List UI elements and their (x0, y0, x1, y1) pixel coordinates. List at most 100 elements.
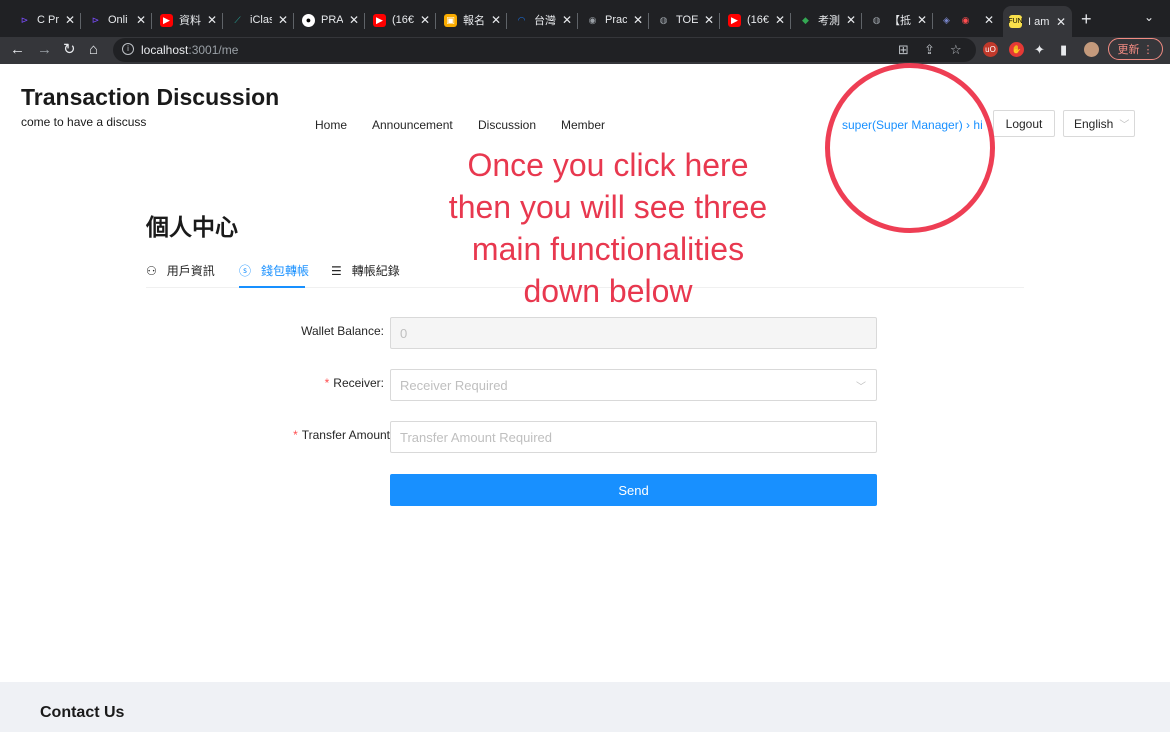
tab-label: (16€ (392, 14, 414, 26)
browser-tab[interactable]: ▶ 資料 ✕ (160, 7, 217, 33)
globe-icon: ◍ (872, 14, 881, 25)
browser-tab[interactable]: ◠ 台灣 ✕ (515, 7, 573, 33)
close-icon[interactable]: ✕ (207, 13, 217, 27)
chevron-down-icon: ﹀ (1119, 120, 1130, 131)
site-title: Transaction Discussion (21, 84, 280, 110)
tab-wallet-transfer[interactable]: ⓢ 錢包轉帳 (239, 262, 309, 279)
browser-tab[interactable]: ⟋ iClas ✕ (231, 7, 288, 33)
info-icon[interactable]: i (122, 43, 134, 55)
browser-tab[interactable]: ◍ TOE ✕ (657, 7, 715, 33)
browser-tab[interactable]: ◉ Prac ✕ (586, 7, 644, 33)
star-icon[interactable]: ☆ (950, 42, 962, 58)
close-icon[interactable]: ✕ (136, 13, 146, 27)
receiver-select[interactable]: Receiver Required ﹀ (390, 369, 877, 401)
tab-label: 【抵 (889, 15, 911, 27)
close-icon[interactable]: ✕ (633, 13, 643, 27)
nav-discussion[interactable]: Discussion (478, 118, 536, 132)
close-icon[interactable]: ✕ (984, 13, 994, 27)
youtube-icon: ▶ (160, 13, 173, 27)
close-icon[interactable]: ✕ (420, 13, 430, 27)
transfer-amount-input[interactable]: Transfer Amount Required (390, 421, 877, 453)
tab-label: TOE (676, 14, 698, 26)
fun-icon: FUN (1008, 15, 1023, 28)
close-icon[interactable]: ✕ (704, 13, 714, 27)
browser-tab[interactable]: ▶ (16€ ✕ (728, 7, 785, 33)
chevron-down-icon: ﹀ (856, 382, 866, 393)
forward-icon[interactable]: → (37, 40, 52, 60)
site-subtitle: come to have a discuss (21, 115, 147, 129)
new-tab-icon[interactable]: + (1081, 9, 1092, 30)
wallet-balance-field: 0 (390, 317, 877, 349)
close-icon[interactable]: ✕ (846, 13, 856, 27)
language-select[interactable]: English ﹀ (1063, 110, 1135, 137)
nav-home[interactable]: Home (315, 118, 347, 132)
annotation-text: Once you click here then you will see th… (448, 147, 768, 309)
close-icon[interactable]: ✕ (775, 13, 785, 27)
leaf-icon: ◆ (802, 14, 809, 25)
home-icon[interactable]: ⌂ (89, 40, 98, 60)
sidepanel-icon[interactable]: ▮ (1060, 42, 1067, 58)
browser-tab[interactable]: ● PRA ✕ (302, 7, 359, 33)
tab-label: Prac (605, 14, 627, 26)
user-icon: ⚇ (146, 263, 157, 278)
send-button[interactable]: Send (390, 474, 877, 506)
close-icon[interactable]: ✕ (278, 13, 288, 27)
avatar[interactable] (1084, 42, 1099, 57)
translate-icon[interactable]: ⊞ (898, 42, 909, 58)
puzzle-icon[interactable]: ✦ (1034, 42, 1045, 58)
page-title: 個人中心 (146, 214, 238, 240)
footer-title: Contact Us (40, 704, 125, 721)
tab-label: 考測 (818, 15, 840, 27)
nav-member[interactable]: Member (561, 118, 605, 132)
youtube-icon: ▶ (728, 13, 741, 27)
annotation-circle (825, 63, 995, 233)
browser-toolbar: ← → ↻ ⌂ i localhost:3001/me ⊞ ⇪ ☆ uO ✋ ✦… (0, 37, 1170, 64)
recording-icon: ◉ (961, 14, 970, 25)
update-button[interactable]: 更新 ⋮ (1108, 38, 1163, 60)
globe-icon: ◍ (659, 14, 668, 25)
close-icon[interactable]: ✕ (65, 13, 75, 27)
list-icon: ☰ (331, 263, 342, 278)
swoosh-icon: ◠ (517, 14, 526, 25)
extension-red-icon[interactable]: ✋ (1009, 42, 1024, 57)
browser-tab[interactable]: ▶ (16€ ✕ (373, 7, 430, 33)
tab-label: (16€ (747, 14, 769, 26)
tab-user-info[interactable]: ⚇ 用戶資訊 (146, 262, 215, 279)
url-text[interactable]: localhost:3001/me (141, 43, 238, 57)
browser-tab-recording[interactable]: ◈ ◉ ✕ (940, 7, 994, 33)
receiver-label: * Receiver: (324, 376, 384, 390)
address-bar[interactable]: i localhost:3001/me ⊞ ⇪ ☆ (113, 38, 976, 62)
nav-announcement[interactable]: Announcement (372, 118, 453, 132)
share-icon[interactable]: ⇪ (924, 42, 935, 58)
active-tab-indicator (239, 286, 305, 288)
ublock-icon[interactable]: uO (983, 42, 998, 57)
tab-label: Onli (108, 14, 128, 26)
tab-label: I am (1028, 15, 1050, 28)
chevron-down-icon[interactable]: ⌄ (1144, 10, 1154, 24)
browser-tab[interactable]: ◆ 考測 ✕ (799, 7, 856, 33)
close-icon[interactable]: ✕ (1056, 15, 1066, 29)
tab-label: 報名 (463, 15, 485, 27)
tab-label: C Pr (37, 14, 59, 26)
close-icon[interactable]: ✕ (491, 13, 501, 27)
iclass-icon: ⟋ (234, 14, 241, 25)
close-icon[interactable]: ✕ (917, 13, 927, 27)
github-icon: ● (302, 13, 315, 27)
logout-button[interactable]: Logout (993, 110, 1055, 137)
close-icon[interactable]: ✕ (562, 13, 572, 27)
dollar-icon: ⓢ (239, 264, 252, 278)
tab-label: PRA (321, 14, 343, 26)
browser-tab[interactable]: ⊳ C Pr ✕ (18, 7, 75, 33)
browser-tab[interactable]: ⊳ Onli ✕ (89, 7, 146, 33)
footer: Contact Us (0, 682, 1170, 732)
browser-tab-active[interactable]: FUN I am ✕ (1003, 6, 1073, 37)
wallet-balance-label: Wallet Balance: (301, 324, 384, 338)
close-icon[interactable]: ✕ (349, 13, 359, 27)
tab-transfer-history[interactable]: ☰ 轉帳紀錄 (331, 262, 400, 279)
reload-icon[interactable]: ↻ (63, 40, 76, 60)
back-icon[interactable]: ← (10, 40, 25, 60)
youtube-icon: ▶ (373, 13, 386, 27)
browser-tab[interactable]: ▣ 報名 ✕ (444, 7, 501, 33)
browser-tab[interactable]: ◍ 【抵 ✕ (870, 7, 928, 33)
tab-label: 台灣 (534, 15, 556, 27)
